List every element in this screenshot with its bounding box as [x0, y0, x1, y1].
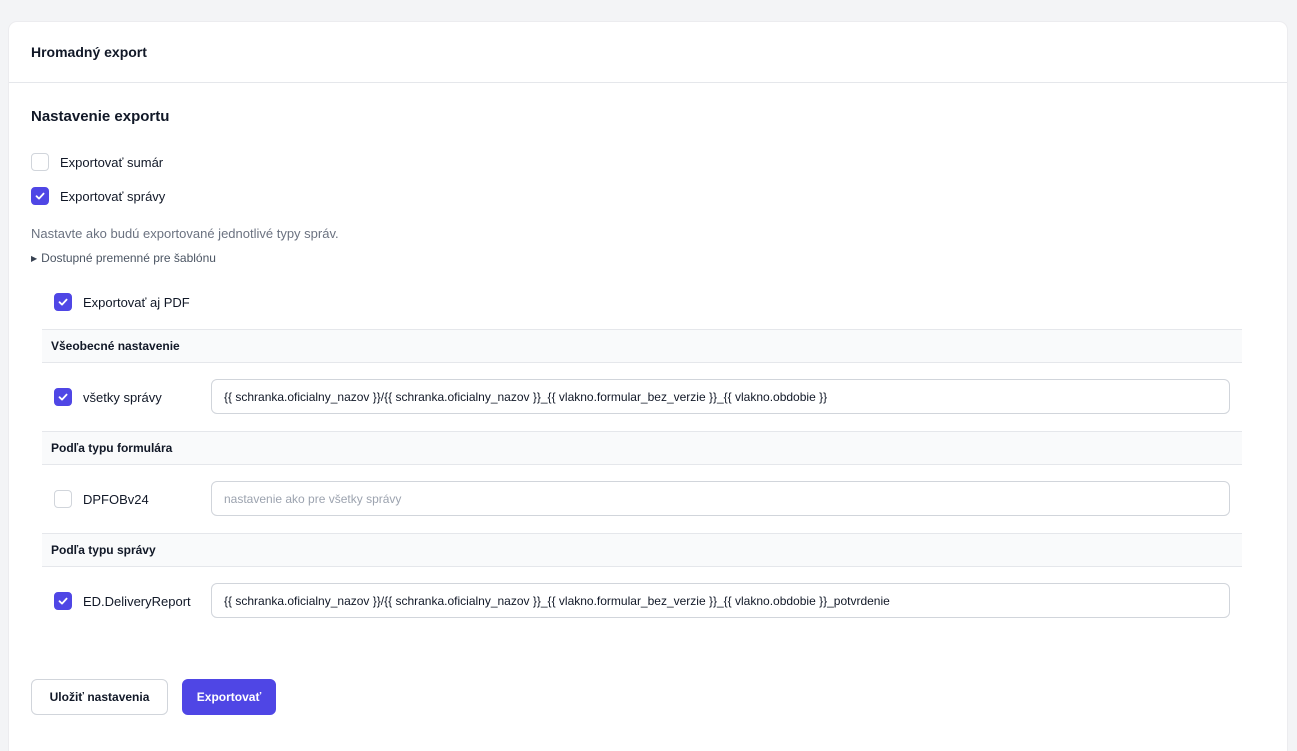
all-messages-label: všetky správy [83, 389, 162, 405]
dpfobv24-template-input[interactable] [211, 481, 1230, 516]
all-messages-row: všetky správy [54, 388, 213, 406]
by-form-heading: Podľa typu formulára [42, 431, 1242, 465]
variables-disclosure-label: Dostupné premenné pre šablónu [41, 251, 216, 265]
export-summary-label: Exportovať sumár [60, 154, 164, 170]
export-summary-checkbox[interactable] [31, 153, 49, 171]
export-pdf-option[interactable]: Exportovať aj PDF [54, 293, 190, 311]
help-text: Nastavte ako budú exportované jednotlivé… [31, 226, 339, 241]
all-messages-template-input[interactable] [211, 379, 1230, 414]
dpfobv24-label: DPFOBv24 [83, 491, 149, 507]
save-settings-button[interactable]: Uložiť nastavenia [31, 679, 168, 715]
export-pdf-checkbox[interactable] [54, 293, 72, 311]
section-title: Nastavenie exportu [31, 108, 170, 125]
export-summary-option[interactable]: Exportovať sumár [31, 153, 163, 171]
check-icon [58, 597, 68, 605]
check-icon [58, 393, 68, 401]
delivery-report-template-input[interactable] [211, 583, 1230, 618]
export-messages-option[interactable]: Exportovať správy [31, 187, 165, 205]
delivery-report-row: ED.DeliveryReport [54, 592, 213, 610]
export-card: Hromadný export Nastavenie exportu Expor… [9, 22, 1287, 751]
general-settings-heading: Všeobecné nastavenie [42, 329, 1242, 363]
by-message-heading: Podľa typu správy [42, 533, 1242, 567]
export-messages-label: Exportovať správy [60, 188, 166, 204]
export-button[interactable]: Exportovať [182, 679, 276, 715]
export-messages-checkbox[interactable] [31, 187, 49, 205]
dpfobv24-checkbox[interactable] [54, 490, 72, 508]
delivery-report-label: ED.DeliveryReport [83, 593, 191, 609]
check-icon [35, 192, 45, 200]
check-icon [58, 298, 68, 306]
triangle-right-icon: ▶ [31, 253, 38, 263]
export-pdf-label: Exportovať aj PDF [83, 294, 190, 310]
variables-disclosure[interactable]: ▶ Dostupné premenné pre šablónu [31, 251, 216, 265]
delivery-report-checkbox[interactable] [54, 592, 72, 610]
card-title: Hromadný export [9, 22, 1287, 83]
all-messages-checkbox[interactable] [54, 388, 72, 406]
dpfobv24-row: DPFOBv24 [54, 490, 213, 508]
